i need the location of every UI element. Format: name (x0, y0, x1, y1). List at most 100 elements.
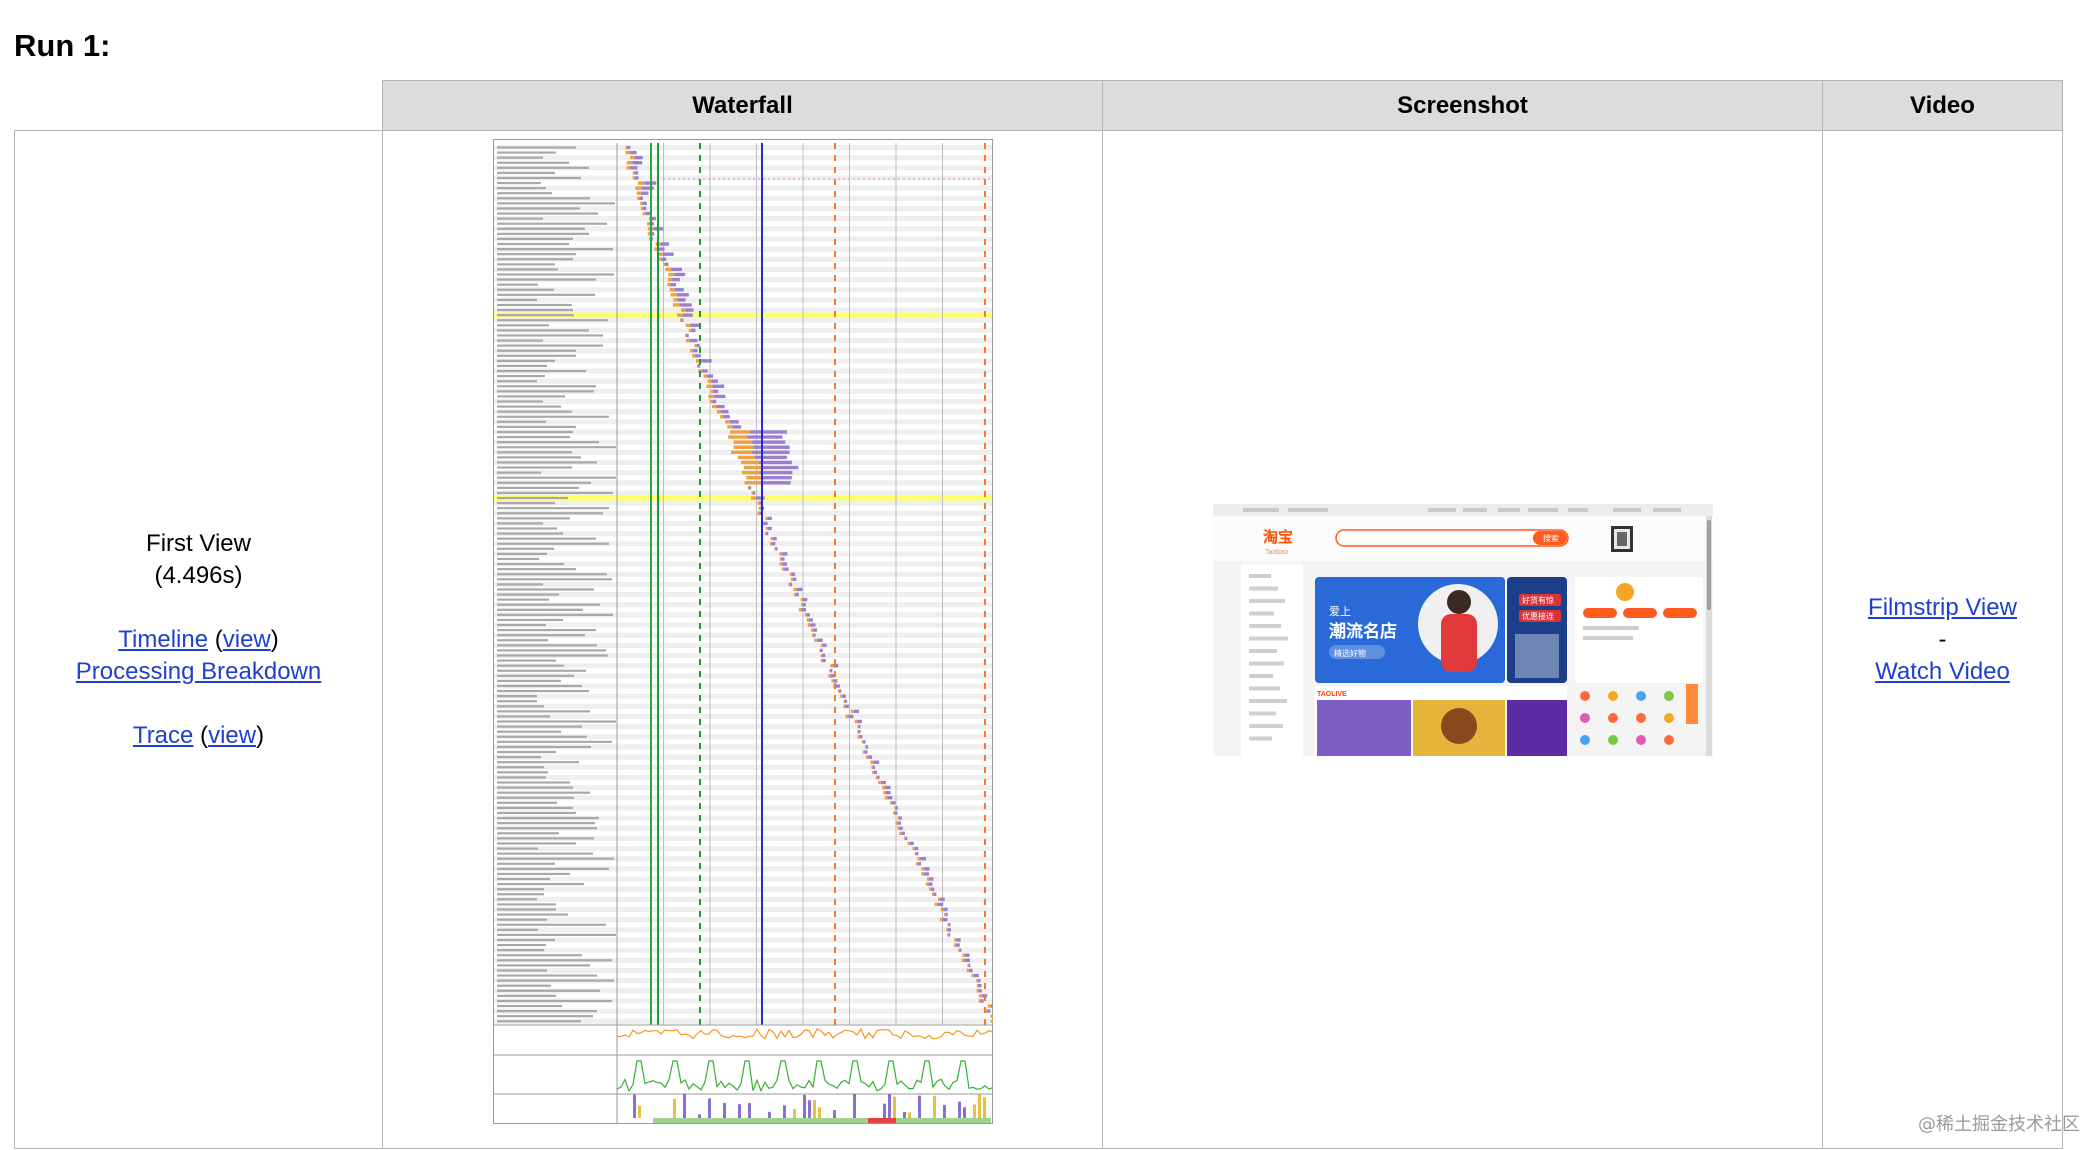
video-separator: - (1938, 625, 1947, 653)
request-bar (807, 623, 811, 627)
request-label (497, 329, 589, 332)
request-bar (948, 923, 951, 927)
request-bar (921, 867, 925, 871)
main-thread-bar (963, 1107, 966, 1118)
request-label (497, 720, 616, 723)
request-bar (878, 780, 881, 785)
main-thread-bar (973, 1104, 976, 1118)
request-bar (696, 343, 700, 348)
request-bar (839, 689, 842, 693)
request-bar (909, 841, 914, 846)
main-thread-bar (888, 1094, 891, 1118)
request-bar (751, 440, 786, 444)
request-bar (937, 902, 944, 907)
request-bar (930, 887, 935, 891)
request-label (497, 918, 547, 921)
category-item (1249, 624, 1281, 628)
request-label (497, 710, 590, 713)
trace-link[interactable]: Trace (133, 722, 193, 749)
screenshot-thumbnail[interactable]: 淘宝 Taobao 搜索 爱上 潮流名店 精选好物 好货有惊 优惠接连 TAOL… (1213, 504, 1713, 756)
request-label (497, 400, 543, 403)
request-bar (667, 277, 673, 282)
request-bar (642, 211, 646, 216)
waterfall-image[interactable] (493, 139, 999, 1124)
request-label (497, 151, 556, 154)
request-bar (677, 298, 686, 302)
request-label (497, 288, 554, 291)
service-icon (1608, 713, 1618, 723)
request-bar (822, 643, 827, 648)
request-label (497, 664, 564, 667)
category-item (1249, 661, 1284, 666)
request-label (497, 700, 537, 703)
request-bar (668, 272, 675, 277)
request-bar (669, 288, 675, 292)
request-bar (733, 440, 752, 444)
request-label (497, 756, 541, 759)
request-bar (899, 816, 902, 820)
request-bar (928, 887, 931, 891)
request-bar (779, 552, 783, 556)
timeline-link[interactable]: Timeline (118, 626, 208, 653)
request-label (497, 339, 543, 342)
request-bar (857, 724, 859, 729)
request-bar (943, 907, 948, 912)
filmstrip-view-link[interactable]: Filmstrip View (1868, 594, 2017, 621)
taobao-search-button: 搜索 (1543, 533, 1559, 543)
main-thread-bar (943, 1104, 946, 1118)
main-thread-bar (698, 1114, 701, 1118)
request-label (497, 730, 561, 733)
request-label (497, 898, 537, 901)
request-bar (784, 567, 789, 571)
request-bar (915, 862, 918, 866)
request-label (497, 512, 603, 515)
request-bar (810, 628, 814, 632)
request-bar (830, 663, 834, 668)
request-bar (845, 704, 849, 708)
request-label (497, 552, 547, 555)
main-thread-bar (933, 1095, 936, 1118)
service-icon (1636, 735, 1646, 745)
request-bar (723, 415, 730, 419)
request-label (497, 522, 543, 525)
request-label (497, 583, 543, 586)
request-bar (887, 796, 893, 800)
request-bar (907, 841, 910, 846)
request-label (497, 314, 574, 317)
request-bar (870, 760, 874, 764)
request-bar (790, 577, 793, 581)
first-view-cell: First View (4.496s) Timeline (view) Proc… (14, 130, 383, 1149)
request-bar (822, 653, 826, 658)
request-label (497, 705, 544, 708)
request-bar (948, 933, 951, 937)
trace-view-link[interactable]: view (208, 722, 256, 749)
request-bar (858, 724, 861, 729)
category-item (1249, 599, 1285, 603)
category-item (1249, 586, 1278, 591)
request-label (497, 928, 538, 931)
request-bar (792, 577, 797, 581)
request-bar (964, 958, 970, 962)
request-bar (725, 420, 730, 424)
request-bar (934, 902, 938, 907)
request-label (497, 796, 574, 799)
request-label (497, 344, 603, 347)
request-bar (781, 567, 785, 571)
request-label (497, 451, 572, 454)
request-bar (751, 496, 756, 500)
request-bar (928, 882, 933, 886)
main-thread-bar (808, 1100, 811, 1118)
request-bar (743, 465, 763, 470)
request-label (497, 969, 547, 972)
request-bar (914, 851, 917, 856)
request-bar (842, 694, 846, 698)
request-label (497, 654, 608, 657)
watch-video-link[interactable]: Watch Video (1875, 658, 2010, 685)
request-bar (806, 618, 809, 622)
main-thread-bar (853, 1093, 856, 1118)
request-bar (901, 831, 905, 835)
timeline-view-link[interactable]: view (223, 626, 271, 653)
request-bar (689, 338, 698, 343)
request-bar (695, 354, 701, 358)
processing-breakdown-link[interactable]: Processing Breakdown (76, 658, 321, 685)
